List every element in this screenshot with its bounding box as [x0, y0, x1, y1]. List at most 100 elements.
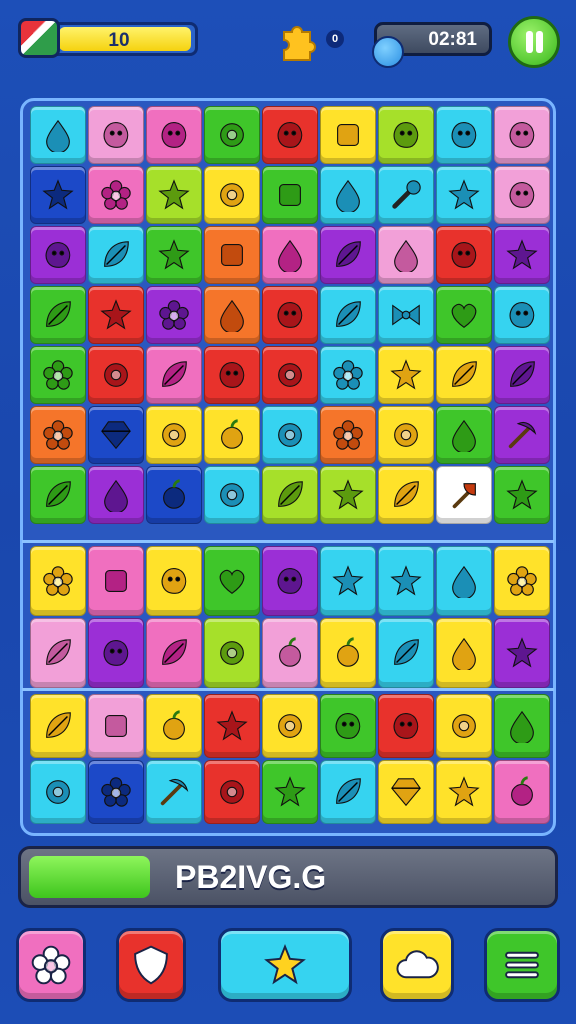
tile-yellow-leaf[interactable] — [378, 466, 434, 524]
tile-pink-leaf[interactable] — [30, 618, 86, 688]
tile-green-circle[interactable] — [204, 106, 260, 164]
tile-green-drop[interactable] — [494, 694, 550, 758]
shield-button[interactable] — [116, 928, 186, 1002]
tile-yellow-square[interactable] — [320, 106, 376, 164]
tile-blue-fruit[interactable] — [146, 466, 202, 524]
tile-magenta-flower[interactable] — [88, 166, 144, 224]
tile-green-star[interactable] — [262, 760, 318, 824]
tile-purple-blob[interactable] — [262, 546, 318, 616]
tile-magenta-drop[interactable] — [262, 226, 318, 284]
tile-cyan-pick[interactable] — [146, 760, 202, 824]
tile-cyan-leaf[interactable] — [320, 286, 376, 344]
tile-yellow-fruit[interactable] — [320, 618, 376, 688]
tile-red-blob[interactable] — [262, 286, 318, 344]
tile-orange-drop[interactable] — [204, 286, 260, 344]
tile-pink-blob[interactable] — [88, 106, 144, 164]
tile-yellow-circle[interactable] — [262, 694, 318, 758]
tile-yellow-flower[interactable] — [494, 546, 550, 616]
flower-button[interactable] — [16, 928, 86, 1002]
tile-red-blob[interactable] — [204, 346, 260, 404]
tile-magenta-leaf[interactable] — [146, 618, 202, 688]
menu-button[interactable] — [484, 928, 560, 1002]
tile-magenta-blob[interactable] — [146, 106, 202, 164]
tile-cyan-circle[interactable] — [204, 466, 260, 524]
tile-green-star[interactable] — [494, 466, 550, 524]
tile-yellow-flower[interactable] — [30, 546, 86, 616]
tile-green-blob[interactable] — [320, 694, 376, 758]
tile-yellow-gem[interactable] — [378, 760, 434, 824]
tile-pink-square[interactable] — [88, 694, 144, 758]
tile-orange-flower[interactable] — [320, 406, 376, 464]
tile-blue-star[interactable] — [30, 166, 86, 224]
tile-magenta-leaf[interactable] — [146, 346, 202, 404]
tile-yellow-circle[interactable] — [436, 694, 492, 758]
tile-green-flower[interactable] — [30, 346, 86, 404]
tile-orange-square[interactable] — [204, 226, 260, 284]
tile-purple-star[interactable] — [494, 226, 550, 284]
cloud-button[interactable] — [380, 928, 454, 1002]
tile-cyan-leaf[interactable] — [320, 760, 376, 824]
tile-cyan-drop[interactable] — [436, 546, 492, 616]
tile-magenta-fruit[interactable] — [494, 760, 550, 824]
tile-cyan-circle[interactable] — [30, 760, 86, 824]
tile-red-circle[interactable] — [204, 760, 260, 824]
tile-green-star[interactable] — [146, 226, 202, 284]
tile-cyan-drop[interactable] — [30, 106, 86, 164]
tile-red-blob[interactable] — [436, 226, 492, 284]
tile-purple-blob[interactable] — [88, 618, 144, 688]
tile-yellow-star[interactable] — [378, 346, 434, 404]
tile-purple-pick[interactable] — [494, 406, 550, 464]
tile-red-star[interactable] — [88, 286, 144, 344]
tile-pink-blob[interactable] — [494, 166, 550, 224]
pause-button[interactable] — [508, 16, 560, 68]
tile-lime-star[interactable] — [146, 166, 202, 224]
tile-cyan-leaf[interactable] — [88, 226, 144, 284]
tile-white-axe[interactable] — [436, 466, 492, 524]
tile-yellow-fruit[interactable] — [204, 406, 260, 464]
tile-lime-circle[interactable] — [204, 618, 260, 688]
tile-yellow-leaf[interactable] — [30, 694, 86, 758]
tile-cyan-flower[interactable] — [320, 346, 376, 404]
tile-purple-blob[interactable] — [30, 226, 86, 284]
tile-magenta-square[interactable] — [88, 546, 144, 616]
tile-cyan-bow[interactable] — [378, 286, 434, 344]
tile-purple-flower[interactable] — [146, 286, 202, 344]
tile-red-blob[interactable] — [262, 106, 318, 164]
tile-yellow-star[interactable] — [436, 760, 492, 824]
tile-yellow-circle[interactable] — [204, 166, 260, 224]
tile-purple-leaf[interactable] — [494, 346, 550, 404]
tile-green-leaf[interactable] — [30, 466, 86, 524]
tile-pink-blob[interactable] — [494, 106, 550, 164]
tile-cyan-circle[interactable] — [262, 406, 318, 464]
tile-lime-leaf[interactable] — [262, 466, 318, 524]
tile-red-circle[interactable] — [262, 346, 318, 404]
tile-purple-star[interactable] — [494, 618, 550, 688]
tile-yellow-circle[interactable] — [378, 406, 434, 464]
tile-red-circle[interactable] — [88, 346, 144, 404]
tile-purple-leaf[interactable] — [320, 226, 376, 284]
tile-green-heart[interactable] — [204, 546, 260, 616]
tile-cyan-star[interactable] — [436, 166, 492, 224]
tile-yellow-leaf[interactable] — [436, 346, 492, 404]
tile-yellow-circle[interactable] — [146, 406, 202, 464]
tile-lime-star[interactable] — [320, 466, 376, 524]
tile-cyan-blob[interactable] — [436, 106, 492, 164]
tile-green-leaf[interactable] — [30, 286, 86, 344]
tile-green-heart[interactable] — [436, 286, 492, 344]
tile-blue-flower[interactable] — [88, 760, 144, 824]
tile-green-square[interactable] — [262, 166, 318, 224]
tile-yellow-fruit[interactable] — [146, 694, 202, 758]
tile-cyan-star[interactable] — [378, 546, 434, 616]
tile-blue-gem[interactable] — [88, 406, 144, 464]
tile-lime-blob[interactable] — [378, 106, 434, 164]
star-button[interactable] — [218, 928, 352, 1002]
tile-pink-fruit[interactable] — [262, 618, 318, 688]
tile-cyan-drop[interactable] — [320, 166, 376, 224]
tile-orange-flower[interactable] — [30, 406, 86, 464]
tile-cyan-wand[interactable] — [378, 166, 434, 224]
tile-cyan-leaf[interactable] — [378, 618, 434, 688]
tile-red-blob[interactable] — [378, 694, 434, 758]
tile-pink-drop[interactable] — [378, 226, 434, 284]
tile-purple-drop[interactable] — [88, 466, 144, 524]
tile-cyan-star[interactable] — [320, 546, 376, 616]
